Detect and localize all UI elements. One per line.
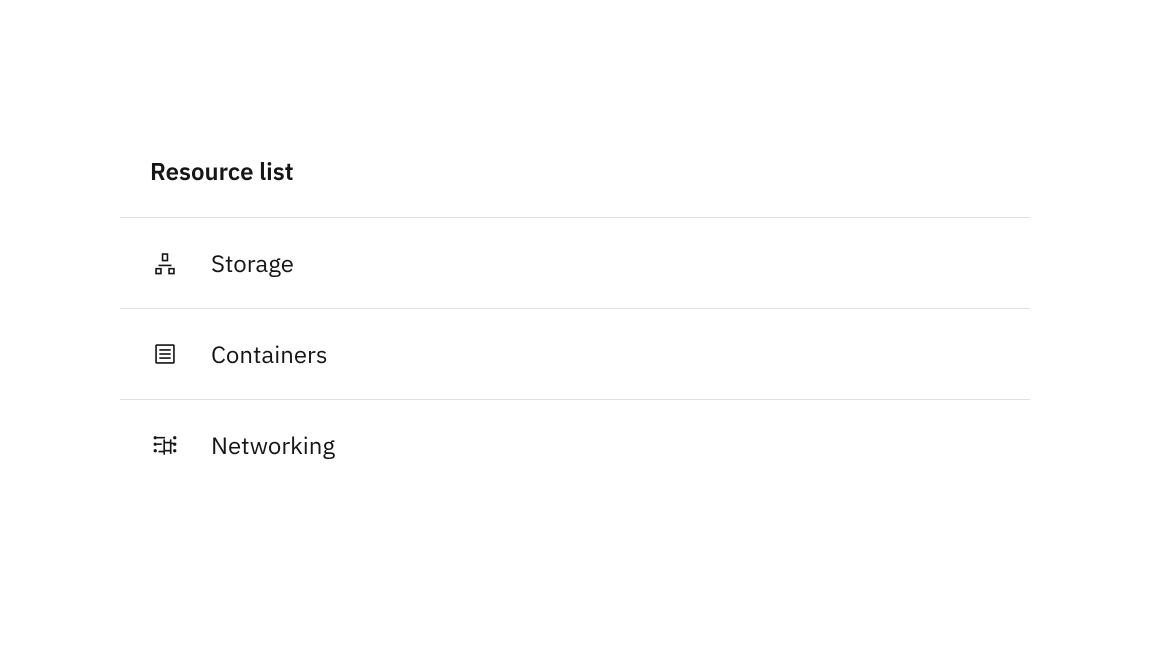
list-box-icon — [152, 341, 178, 367]
list-title: Resource list — [120, 155, 1030, 187]
resource-list-container: Resource list Storage Containers — [120, 155, 1030, 490]
list-item-label: Storage — [211, 247, 294, 279]
resource-list: Storage Containers — [120, 217, 1030, 490]
hierarchy-icon — [152, 250, 178, 276]
list-item-label: Networking — [211, 429, 335, 461]
list-item-storage[interactable]: Storage — [120, 217, 1030, 308]
list-item-networking[interactable]: Networking — [120, 399, 1030, 490]
network-tree-icon — [152, 432, 178, 458]
list-item-label: Containers — [211, 338, 328, 370]
list-item-containers[interactable]: Containers — [120, 308, 1030, 399]
